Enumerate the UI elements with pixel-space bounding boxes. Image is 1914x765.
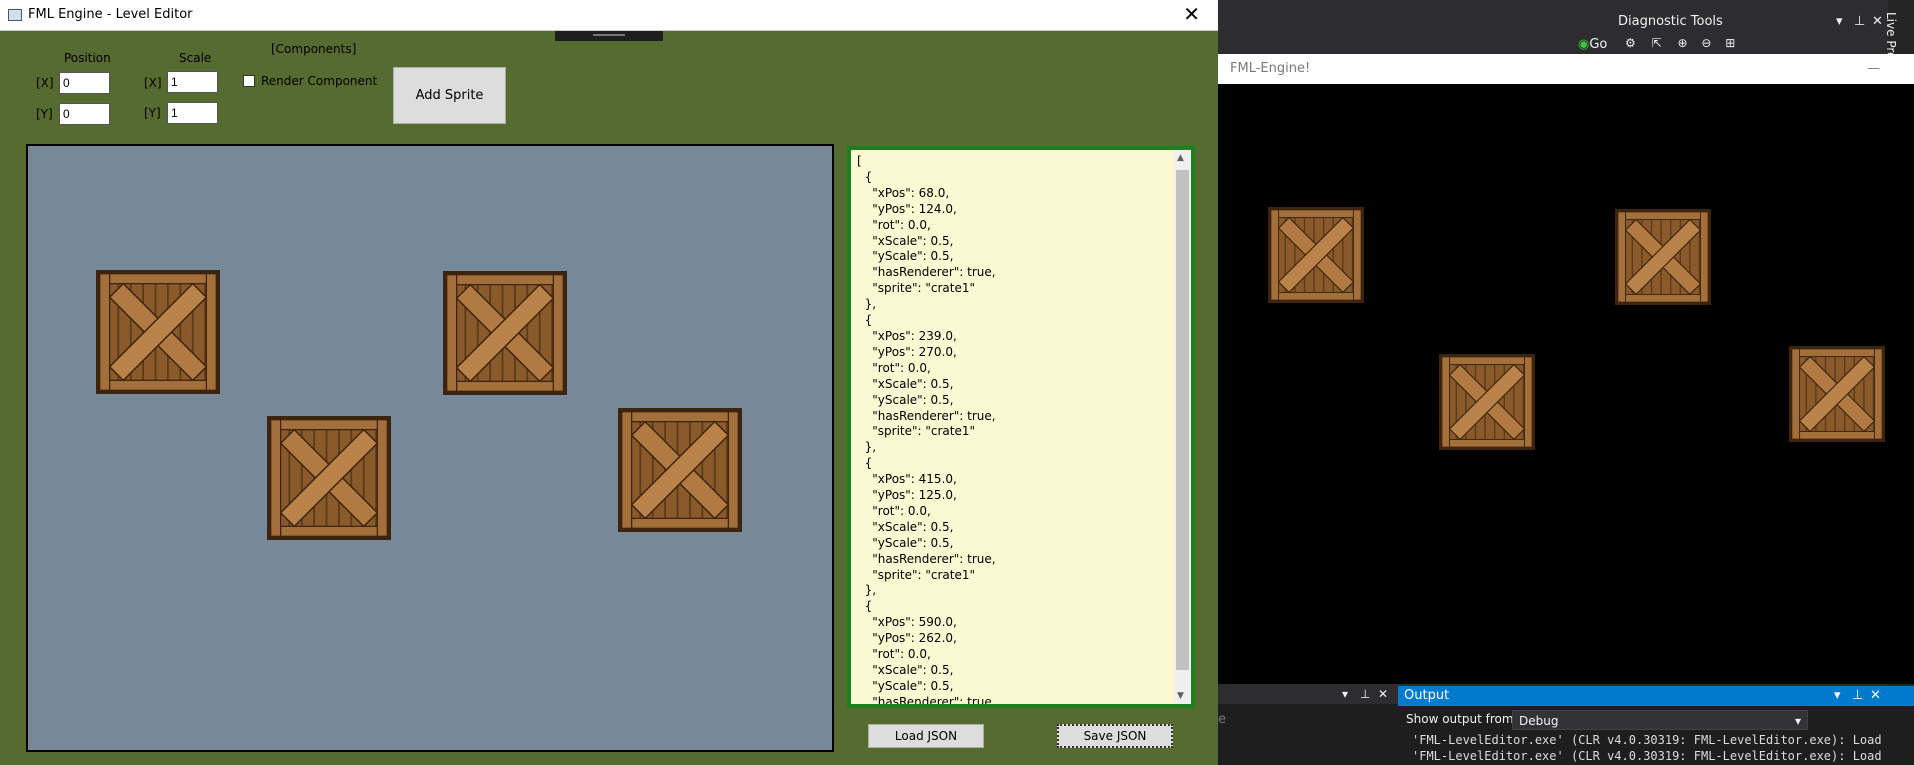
chevron-down-icon: ▾ bbox=[1794, 714, 1801, 728]
json-textbox[interactable]: [ { "xPos": 68.0, "yPos": 124.0, "rot": … bbox=[847, 146, 1195, 708]
output-titlebar: Output ▾ ⊥ ✕ bbox=[1398, 686, 1914, 706]
crate-sprite[interactable] bbox=[267, 416, 391, 540]
save-json-button[interactable]: Save JSON bbox=[1057, 724, 1173, 748]
drag-handle[interactable] bbox=[555, 31, 663, 41]
close-button[interactable]: ✕ bbox=[1183, 0, 1200, 28]
position-x-label: [X] bbox=[36, 76, 54, 90]
scroll-up-icon[interactable]: ▲ bbox=[1177, 153, 1184, 163]
minimize-button[interactable]: — bbox=[1867, 54, 1880, 84]
position-x-input[interactable] bbox=[59, 72, 110, 94]
output-line: 'FML-LevelEditor.exe' (CLR v4.0.30319: F… bbox=[1412, 733, 1882, 747]
dropdown-icon[interactable]: ▾ bbox=[1342, 684, 1348, 704]
output-line: 'FML-LevelEditor.exe' (CLR v4.0.30319: F… bbox=[1412, 749, 1882, 763]
reset-zoom-icon[interactable]: ⊞ bbox=[1725, 36, 1735, 50]
zoom-out-icon[interactable]: ⊖ bbox=[1701, 36, 1711, 50]
output-pane: Output ▾ ⊥ ✕ Show output from: Debug ▾ '… bbox=[1398, 686, 1914, 765]
scale-x-input[interactable] bbox=[167, 71, 218, 93]
pin-icon[interactable]: ⊥ bbox=[1852, 686, 1863, 706]
diagnostic-toolbar: ⚙ ⇱ ⊕ ⊖ ⊞ bbox=[1625, 36, 1914, 54]
pin-icon[interactable]: ⊥ bbox=[1360, 684, 1370, 704]
dropdown-icon[interactable]: ▾ bbox=[1834, 686, 1841, 706]
engine-titlebar: FML-Engine! — bbox=[1218, 54, 1914, 84]
scale-y-input[interactable] bbox=[167, 102, 218, 124]
go-label: Go bbox=[1589, 37, 1608, 52]
position-label: Position bbox=[64, 51, 111, 65]
load-json-button[interactable]: Load JSON bbox=[868, 724, 984, 748]
editor-titlebar: FML Engine - Level Editor ✕ bbox=[0, 0, 1218, 31]
export-icon[interactable]: ⇱ bbox=[1652, 36, 1662, 50]
show-output-label: Show output from: bbox=[1406, 712, 1518, 726]
live-property-tab[interactable]: Live Prc bbox=[1884, 12, 1898, 59]
output-source-value: Debug bbox=[1519, 714, 1559, 728]
engine-crate-sprite bbox=[1615, 209, 1711, 305]
engine-crate-sprite bbox=[1439, 354, 1535, 450]
render-component-label: Render Component bbox=[261, 74, 378, 88]
json-content[interactable]: [ { "xPos": 68.0, "yPos": 124.0, "rot": … bbox=[857, 154, 1172, 704]
engine-window: FML-Engine! — bbox=[1218, 54, 1914, 684]
close-icon[interactable]: ✕ bbox=[1378, 684, 1388, 704]
output-title: Output bbox=[1404, 688, 1450, 703]
gear-icon[interactable]: ⚙ bbox=[1625, 36, 1636, 50]
level-canvas[interactable] bbox=[26, 144, 834, 752]
close-icon[interactable]: ✕ bbox=[1870, 686, 1881, 706]
scale-y-label: [Y] bbox=[144, 106, 161, 120]
editor-title: FML Engine - Level Editor bbox=[28, 7, 193, 22]
engine-crate-sprite bbox=[1268, 207, 1364, 303]
app-icon bbox=[8, 9, 22, 21]
crate-sprite[interactable] bbox=[618, 408, 742, 532]
scroll-down-icon[interactable]: ▼ bbox=[1177, 691, 1184, 701]
level-editor-window: FML Engine - Level Editor ✕ Position Sca… bbox=[0, 0, 1218, 765]
engine-title: FML-Engine! bbox=[1230, 61, 1311, 76]
position-y-label: [Y] bbox=[36, 107, 53, 121]
crate-sprite[interactable] bbox=[96, 270, 220, 394]
render-component-checkbox[interactable] bbox=[243, 75, 255, 87]
position-y-input[interactable] bbox=[59, 103, 110, 125]
engine-crate-sprite bbox=[1789, 346, 1885, 442]
diagnostic-tools-title: Diagnostic Tools bbox=[1618, 14, 1723, 29]
scale-label: Scale bbox=[179, 51, 212, 65]
dropdown-icon[interactable]: ▾ bbox=[1836, 14, 1843, 29]
crate-sprite[interactable] bbox=[443, 271, 567, 395]
pin-icon[interactable]: ⊥ bbox=[1854, 14, 1865, 29]
diagnostic-tools-tab[interactable]: Diagnostic Tools ▾ ⊥ ✕ bbox=[1618, 14, 1914, 36]
add-sprite-button[interactable]: Add Sprite bbox=[393, 67, 506, 124]
vs-go-button[interactable]: ◉Go bbox=[1578, 37, 1607, 52]
output-source-select[interactable]: Debug ▾ bbox=[1512, 710, 1808, 730]
close-icon[interactable]: ✕ bbox=[1872, 14, 1883, 29]
pane-text: e bbox=[1218, 712, 1226, 727]
scale-x-label: [X] bbox=[144, 76, 162, 90]
json-scrollbar[interactable]: ▲ ▼ bbox=[1174, 150, 1191, 704]
components-label: [Components] bbox=[271, 42, 357, 56]
zoom-in-icon[interactable]: ⊕ bbox=[1677, 36, 1687, 50]
scrollbar-thumb[interactable] bbox=[1176, 170, 1189, 670]
vs-bottom-pane: ▾ ⊥ ✕ e bbox=[1218, 684, 1398, 765]
